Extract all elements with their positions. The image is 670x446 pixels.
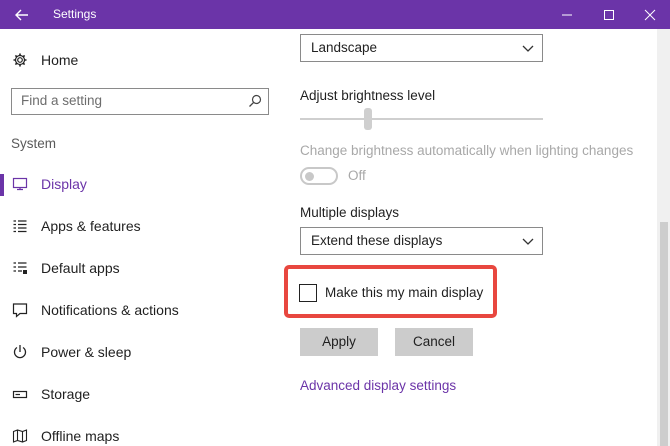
- map-icon: [12, 428, 28, 444]
- chevron-down-icon: [522, 45, 534, 52]
- close-icon: [644, 9, 656, 20]
- power-icon: [12, 344, 28, 360]
- brightness-slider-track[interactable]: [300, 118, 543, 120]
- default-apps-icon: [12, 260, 28, 276]
- sidebar-item-storage[interactable]: Storage: [0, 383, 285, 407]
- sidebar-item-label: Power & sleep: [41, 344, 132, 360]
- active-indicator: [0, 174, 4, 196]
- auto-brightness-toggle[interactable]: [300, 167, 338, 185]
- gear-icon: [12, 52, 28, 68]
- back-arrow-icon: [15, 9, 28, 20]
- sidebar-item-notifications[interactable]: Notifications & actions: [0, 299, 285, 323]
- scrollbar[interactable]: [657, 29, 670, 446]
- toggle-knob: [305, 171, 314, 181]
- main-display-checkbox-label[interactable]: Make this my main display: [325, 285, 483, 300]
- monitor-icon: [12, 176, 28, 192]
- nav-home[interactable]: Home: [0, 49, 285, 71]
- sidebar-item-apps-features[interactable]: Apps & features: [0, 215, 285, 239]
- sidebar-item-label: Apps & features: [41, 218, 141, 234]
- scroll-thumb[interactable]: [660, 222, 668, 446]
- multiple-displays-dropdown[interactable]: Extend these displays: [300, 227, 543, 255]
- chevron-down-icon: [522, 238, 534, 245]
- sidebar-item-display[interactable]: Display: [0, 173, 285, 197]
- auto-brightness-state: Off: [348, 168, 366, 183]
- window-title: Settings: [53, 7, 97, 21]
- maximize-button[interactable]: [586, 0, 632, 29]
- multiple-displays-value: Extend these displays: [311, 233, 443, 248]
- search-icon[interactable]: [248, 94, 262, 108]
- main-display-checkbox[interactable]: [299, 284, 317, 302]
- cancel-button[interactable]: Cancel: [395, 328, 473, 356]
- title-bar: Settings: [0, 0, 670, 29]
- display-settings-panel: Landscape Adjust brightness level Change…: [284, 29, 657, 446]
- list-icon: [12, 218, 28, 234]
- search-input[interactable]: [21, 93, 241, 108]
- storage-icon: [12, 386, 28, 402]
- advanced-display-settings-link[interactable]: Advanced display settings: [300, 378, 456, 393]
- sidebar-item-label: Offline maps: [41, 428, 120, 444]
- sidebar-item-label: Notifications & actions: [41, 302, 179, 318]
- brightness-heading: Adjust brightness level: [300, 88, 436, 103]
- orientation-value: Landscape: [311, 40, 378, 55]
- sidebar-item-offline-maps[interactable]: Offline maps: [0, 425, 285, 446]
- minimize-button[interactable]: [544, 0, 590, 29]
- sidebar-item-label: Display: [41, 176, 87, 192]
- sidebar-item-label: Default apps: [41, 260, 120, 276]
- sidebar-item-power-sleep[interactable]: Power & sleep: [0, 341, 285, 365]
- multiple-displays-heading: Multiple displays: [300, 205, 400, 220]
- sidebar-item-label: Storage: [41, 386, 91, 402]
- sidebar-item-default-apps[interactable]: Default apps: [0, 257, 285, 281]
- auto-brightness-heading: Change brightness automatically when lig…: [300, 143, 634, 158]
- section-label-system: System: [11, 136, 57, 151]
- search-box[interactable]: [11, 88, 269, 115]
- orientation-dropdown[interactable]: Landscape: [300, 34, 543, 62]
- apply-button[interactable]: Apply: [300, 328, 378, 356]
- nav-home-label: Home: [41, 52, 79, 68]
- back-button[interactable]: [0, 0, 44, 29]
- close-button[interactable]: [627, 0, 670, 29]
- sidebar: Home System Display Apps & features: [0, 29, 285, 446]
- minimize-icon: [562, 14, 572, 15]
- maximize-icon: [604, 9, 614, 20]
- notification-icon: [12, 302, 28, 318]
- brightness-slider-thumb[interactable]: [364, 108, 373, 130]
